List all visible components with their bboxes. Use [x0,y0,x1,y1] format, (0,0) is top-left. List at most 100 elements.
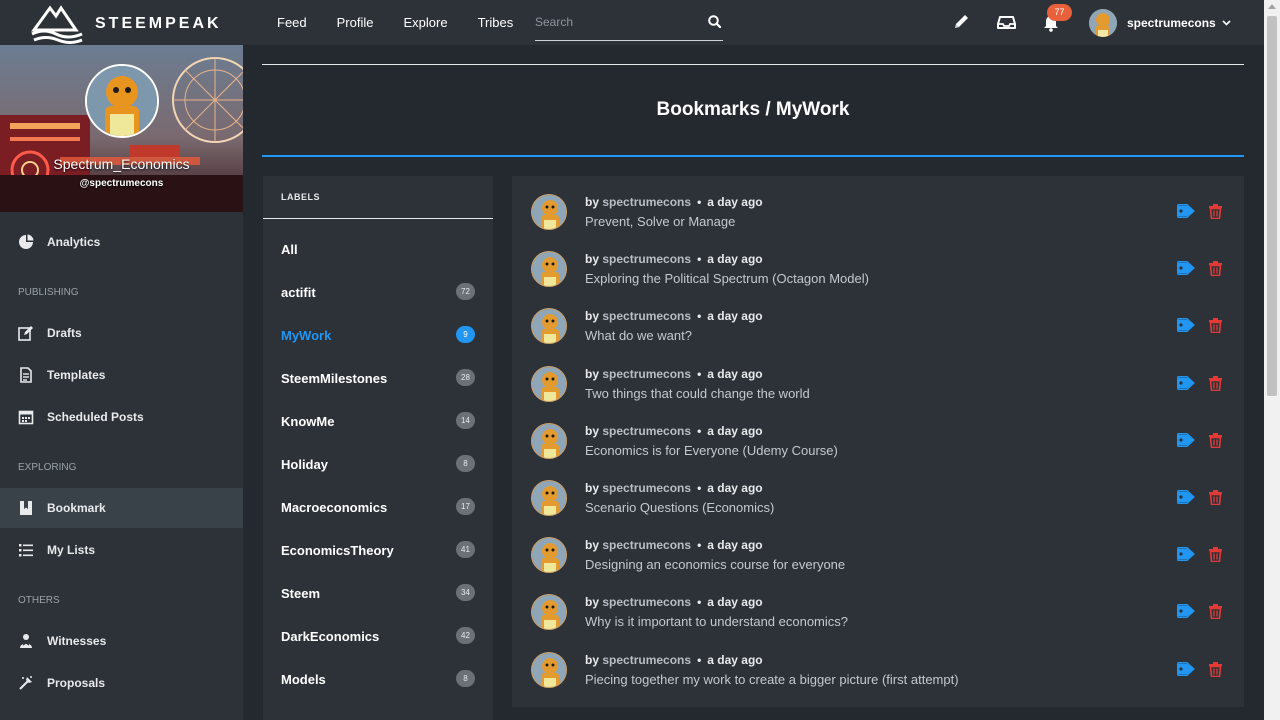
label-item-holiday[interactable]: Holiday 8 [263,443,493,486]
trash-icon[interactable] [1209,547,1222,567]
author-link[interactable]: spectrumecons [602,252,691,266]
avatar[interactable] [531,422,567,459]
author-link[interactable]: spectrumecons [602,595,691,609]
sidebar-item-label: Proposals [47,676,106,690]
tag-icon[interactable] [1176,261,1196,280]
trash-icon[interactable] [1209,432,1222,453]
sidebar-item-templates[interactable]: Templates [0,355,243,395]
author-link[interactable]: spectrumecons [602,367,691,381]
logo[interactable]: STEEMPEAK [30,2,230,44]
bookmarked-posts-list: by spectrumecons • a day ago Prevent, Solve… [512,176,1244,707]
post-title-link[interactable]: Prevent, Solve or Manage [585,214,735,229]
post-title-link[interactable]: Two things that could change the world [585,386,810,401]
sidebar-item-label: Templates [47,368,106,382]
user-menu[interactable]: spectrumecons [1089,9,1231,37]
label-item-models[interactable]: Models 8 [263,658,493,701]
avatar[interactable] [531,308,567,345]
by-label: by [585,366,600,381]
list-item[interactable]: by spectrumecons • a day ago Designing an e… [512,528,1244,585]
trash-icon[interactable] [1209,490,1222,510]
author-link[interactable]: spectrumecons [602,653,691,667]
avatar[interactable] [531,594,567,631]
avatar[interactable] [531,251,567,288]
tag-icon[interactable] [1176,489,1196,509]
profile-cover: Spectrum_Economics @spectrumecons [0,45,243,212]
author-link[interactable]: spectrumecons [602,309,691,323]
post-title-link[interactable]: Designing an economics course for everyo… [585,557,845,572]
tag-icon[interactable] [1176,318,1196,337]
page-scrollbar[interactable] [1264,0,1280,720]
list-item[interactable]: by spectrumecons • a day ago Prevent, Solve… [512,185,1244,242]
label-item-economicstheory[interactable]: EconomicsTheory 41 [263,529,493,572]
post-time: a day ago [707,481,763,495]
trash-icon[interactable] [1209,318,1222,338]
sidebar-item-proposals[interactable]: Proposals [0,663,243,703]
list-item[interactable]: by spectrumecons • a day ago Why is it impo… [512,585,1244,642]
post-title-link[interactable]: Economics is for Everyone (Udemy Course) [585,443,838,458]
separator-dot: • [697,538,702,553]
tag-icon[interactable] [1176,432,1196,452]
post-meta: by spectrumecons • a day ago [585,309,763,323]
tag-icon[interactable] [1176,203,1196,223]
label-count-badge: 8 [456,455,475,472]
avatar[interactable] [531,365,567,402]
tag-icon[interactable] [1176,604,1196,623]
tag-icon[interactable] [1176,547,1196,566]
label-item-actifit[interactable]: actifit 72 [263,271,493,314]
sidebar-item-witnesses[interactable]: Witnesses [0,621,243,661]
author-link[interactable]: spectrumecons [602,538,691,552]
list-item[interactable]: by spectrumecons • a day ago Two things tha… [512,357,1244,414]
post-title-link[interactable]: Why is it important to understand econom… [585,614,848,629]
nav-explore[interactable]: Explore [404,15,448,30]
tag-icon[interactable] [1176,375,1196,395]
label-item-all[interactable]: All [263,228,493,271]
list-item[interactable]: by spectrumecons • a day ago Scenario Quest… [512,471,1244,528]
profile-avatar[interactable] [85,64,159,138]
label-item-steemmilestones[interactable]: SteemMilestones 28 [263,357,493,400]
notification-badge: 77 [1047,4,1072,21]
trash-icon[interactable] [1209,261,1222,281]
author-link[interactable]: spectrumecons [602,424,691,438]
sidebar-item-drafts[interactable]: Drafts [0,313,243,353]
post-title-link[interactable]: Exploring the Political Spectrum (Octago… [585,271,869,286]
tag-icon[interactable] [1176,661,1196,681]
sidebar-item-bookmark[interactable]: Bookmark [0,488,243,528]
label-item-knowme[interactable]: KnowMe 14 [263,400,493,443]
list-item[interactable]: by spectrumecons • a day ago What do we wan… [512,299,1244,356]
avatar[interactable] [531,651,567,688]
label-count-badge: 17 [456,498,475,515]
list-item[interactable]: by spectrumecons • a day ago Economics is f… [512,414,1244,471]
label-item-darkeconomics[interactable]: DarkEconomics 42 [263,615,493,658]
author-link[interactable]: spectrumecons [602,195,691,209]
scroll-up-arrow[interactable] [1268,4,1276,9]
trash-icon[interactable] [1209,204,1222,224]
avatar[interactable] [531,537,567,574]
label-item-steem[interactable]: Steem 34 [263,572,493,615]
nav-tribes[interactable]: Tribes [478,15,514,30]
search-input[interactable] [535,15,695,29]
trash-icon[interactable] [1209,604,1222,624]
post-title-link[interactable]: Piecing together my work to create a big… [585,672,959,687]
scrollbar-thumb[interactable] [1267,16,1277,396]
post-title-link[interactable]: Scenario Questions (Economics) [585,500,774,515]
nav-feed[interactable]: Feed [277,15,307,30]
avatar[interactable] [531,194,567,230]
label-item-mywork[interactable]: MyWork 9 [263,314,493,357]
edit-icon[interactable] [953,13,970,30]
sidebar-item-my-lists[interactable]: My Lists [0,530,243,570]
nav-profile[interactable]: Profile [337,15,374,30]
avatar[interactable] [531,480,567,516]
search-icon[interactable] [708,15,721,28]
sidebar-item-scheduled-posts[interactable]: Scheduled Posts [0,397,243,437]
inbox-icon[interactable] [997,15,1016,30]
list-item[interactable]: by spectrumecons • a day ago Piecing togeth… [512,643,1244,700]
label-item-macroeconomics[interactable]: Macroeconomics 17 [263,486,493,529]
trash-icon[interactable] [1209,661,1222,682]
trash-icon[interactable] [1209,375,1222,396]
list-item[interactable]: by spectrumecons • a day ago Exploring the … [512,242,1244,299]
post-time: a day ago [707,366,763,381]
main-nav: Feed Profile Explore Tribes [277,15,543,30]
post-title-link[interactable]: What do we want? [585,328,692,343]
author-link[interactable]: spectrumecons [602,481,691,495]
sidebar-item-analytics[interactable]: Analytics [0,222,243,262]
